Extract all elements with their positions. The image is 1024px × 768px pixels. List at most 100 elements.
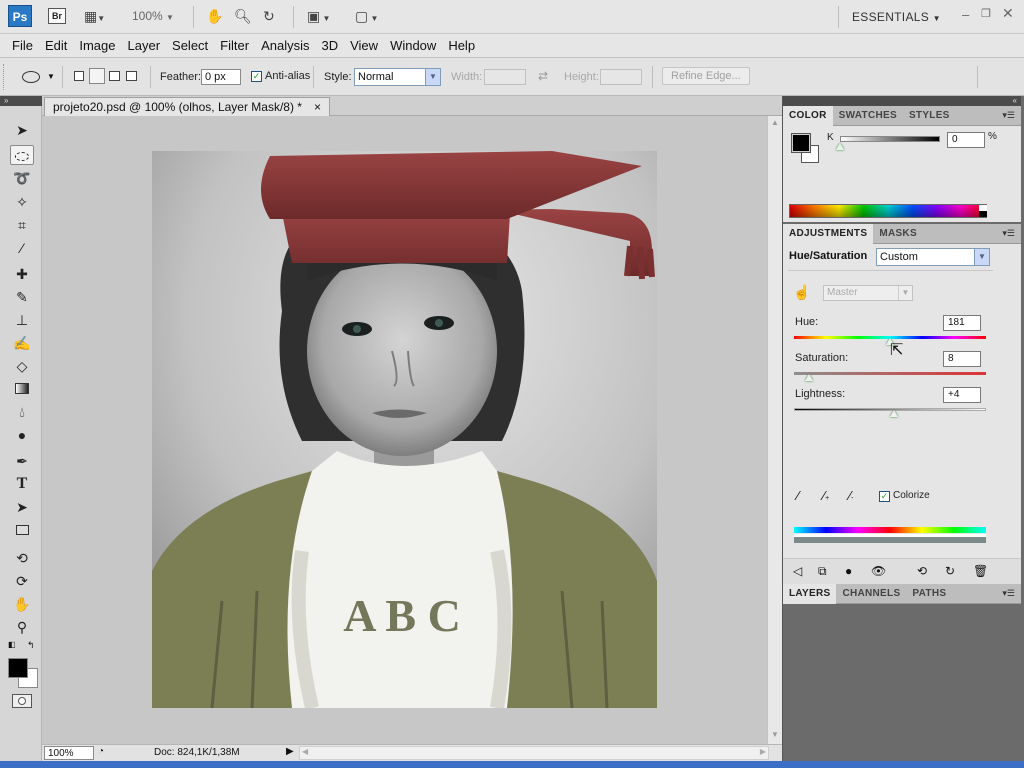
subtract-from-selection-icon[interactable]: [109, 71, 120, 81]
quick-mask-icon[interactable]: [12, 694, 32, 708]
style-select[interactable]: Normal ▼: [354, 68, 441, 86]
pen-tool-icon[interactable]: ✒: [10, 451, 34, 471]
panel-menu-icon[interactable]: ▾☰: [1002, 228, 1015, 239]
eyedropper-icon[interactable]: ⁄: [797, 488, 799, 503]
k-value-input[interactable]: 0: [947, 132, 985, 148]
horizontal-scrollbar[interactable]: ◀ ▶: [299, 746, 769, 760]
width-input[interactable]: [484, 69, 526, 85]
menu-image[interactable]: Image: [73, 34, 121, 58]
zoom-tool-icon[interactable]: 🔍︎: [234, 8, 252, 24]
move-tool-icon[interactable]: ➤: [10, 120, 34, 140]
menu-3d[interactable]: 3D: [315, 34, 344, 58]
reset-icon[interactable]: ↻: [945, 564, 955, 578]
panel-menu-icon[interactable]: ▾☰: [1002, 588, 1015, 599]
feather-input[interactable]: 0 px: [201, 69, 241, 85]
workspace-switcher[interactable]: ESSENTIALS ▼: [852, 10, 941, 24]
black-swatch[interactable]: [979, 211, 987, 217]
menu-edit[interactable]: Edit: [39, 34, 73, 58]
document-tab[interactable]: projeto20.psd @ 100% (olhos, Layer Mask/…: [44, 97, 330, 116]
tab-styles[interactable]: STYLES: [903, 106, 956, 126]
foreground-color-swatch[interactable]: [8, 658, 28, 678]
vertical-scrollbar[interactable]: ▲ ▼: [767, 116, 782, 744]
scroll-right-icon[interactable]: ▶: [760, 747, 766, 756]
rectangle-tool-icon[interactable]: [10, 520, 34, 540]
tab-adjustments[interactable]: ADJUSTMENTS: [783, 223, 874, 244]
launch-bridge-button[interactable]: Br: [48, 8, 66, 24]
info-toggle-icon[interactable]: ◔: [98, 746, 104, 757]
screen-mode-icon[interactable]: ▢ ▼: [355, 8, 378, 27]
type-tool-icon[interactable]: T: [10, 474, 34, 494]
delete-icon[interactable]: 🗑︎: [973, 564, 988, 578]
scroll-left-icon[interactable]: ◀: [302, 747, 308, 756]
arrange-documents-icon[interactable]: ▣ ▼: [307, 8, 330, 27]
menu-file[interactable]: File: [6, 34, 39, 58]
path-selection-tool-icon[interactable]: ➤: [10, 497, 34, 517]
restore-icon[interactable]: ❐: [981, 7, 991, 20]
previous-state-icon[interactable]: ⟲: [917, 564, 927, 578]
expand-view-icon[interactable]: ⧉: [818, 564, 827, 579]
menu-window[interactable]: Window: [384, 34, 442, 58]
minimize-icon[interactable]: –: [962, 7, 969, 22]
intersect-selection-icon[interactable]: [126, 71, 137, 81]
eyedropper-minus-icon[interactable]: ⁄-: [849, 488, 854, 503]
tab-swatches[interactable]: SWATCHES: [833, 106, 903, 126]
eyedropper-plus-icon[interactable]: ⁄+: [823, 488, 829, 503]
hand-tool-icon[interactable]: ✋: [206, 8, 223, 24]
crop-tool-icon[interactable]: ⌗: [10, 215, 34, 235]
menu-help[interactable]: Help: [442, 34, 481, 58]
new-selection-icon[interactable]: [74, 71, 84, 81]
collapse-tools-icon[interactable]: »: [0, 96, 42, 106]
menu-filter[interactable]: Filter: [214, 34, 255, 58]
visibility-eye-icon[interactable]: 👁︎: [871, 564, 886, 578]
photo-image[interactable]: A B C: [152, 151, 657, 708]
rotate-view-icon[interactable]: ↻: [263, 8, 275, 24]
foreground-color-swatch[interactable]: [791, 133, 811, 153]
tab-layers[interactable]: LAYERS: [783, 583, 837, 604]
k-slider-thumb[interactable]: [836, 143, 844, 151]
lightness-slider-thumb[interactable]: [889, 410, 898, 418]
eyedropper-tool-icon[interactable]: ⁄: [10, 238, 34, 258]
tab-color[interactable]: COLOR: [783, 105, 833, 126]
menu-select[interactable]: Select: [166, 34, 214, 58]
hand-tool-icon[interactable]: ✋: [10, 594, 34, 614]
zoom-level-dropdown[interactable]: 100% ▼: [132, 9, 174, 23]
close-icon[interactable]: ✕: [1002, 5, 1014, 22]
gradient-tool-icon[interactable]: [10, 379, 34, 399]
eraser-tool-icon[interactable]: ◇: [10, 356, 34, 376]
history-brush-tool-icon[interactable]: ✍: [10, 333, 34, 353]
elliptical-marquee-tool-icon[interactable]: [10, 145, 34, 165]
return-to-list-icon[interactable]: ◁: [793, 564, 802, 578]
saturation-slider[interactable]: [794, 372, 986, 375]
swap-colors-icon[interactable]: ↰: [27, 640, 35, 651]
channel-select[interactable]: Master ▼: [823, 285, 913, 301]
clip-to-layer-icon[interactable]: ●: [845, 564, 852, 578]
canvas-area[interactable]: A B C: [42, 116, 767, 744]
brush-tool-icon[interactable]: ✎: [10, 287, 34, 307]
lightness-input[interactable]: +4: [943, 387, 981, 403]
elliptical-marquee-preset-icon[interactable]: [22, 71, 40, 83]
default-colors-icon[interactable]: ◧: [8, 640, 16, 649]
collapse-panels-icon[interactable]: «: [783, 96, 1021, 106]
view-extras-icon[interactable]: ▦▼: [84, 8, 105, 27]
color-ramp[interactable]: [789, 204, 987, 218]
colorize-checkbox[interactable]: ✓: [879, 491, 890, 502]
height-input[interactable]: [600, 69, 642, 85]
targeted-adjustment-icon[interactable]: ☝: [793, 284, 810, 301]
3d-rotate-tool-icon[interactable]: ⟲: [10, 548, 34, 568]
3d-orbit-tool-icon[interactable]: ⟳: [10, 571, 34, 591]
preset-dropdown-icon[interactable]: ▼: [47, 72, 55, 81]
quick-selection-tool-icon[interactable]: ✧: [10, 192, 34, 212]
menu-layer[interactable]: Layer: [122, 34, 167, 58]
tab-channels[interactable]: CHANNELS: [836, 584, 906, 604]
swap-dimensions-icon[interactable]: ⇄: [538, 69, 548, 83]
tab-paths[interactable]: PATHS: [906, 584, 952, 604]
k-channel-slider[interactable]: [840, 136, 940, 142]
refine-edge-button[interactable]: Refine Edge...: [662, 67, 750, 85]
panel-menu-icon[interactable]: ▾☰: [1002, 110, 1015, 121]
tab-masks[interactable]: MASKS: [873, 224, 923, 244]
close-document-icon[interactable]: ×: [314, 98, 321, 116]
status-menu-icon[interactable]: ▶: [286, 746, 294, 757]
menu-analysis[interactable]: Analysis: [255, 34, 315, 58]
preset-select[interactable]: Custom ▼: [876, 248, 990, 266]
dodge-tool-icon[interactable]: ●: [10, 425, 34, 445]
